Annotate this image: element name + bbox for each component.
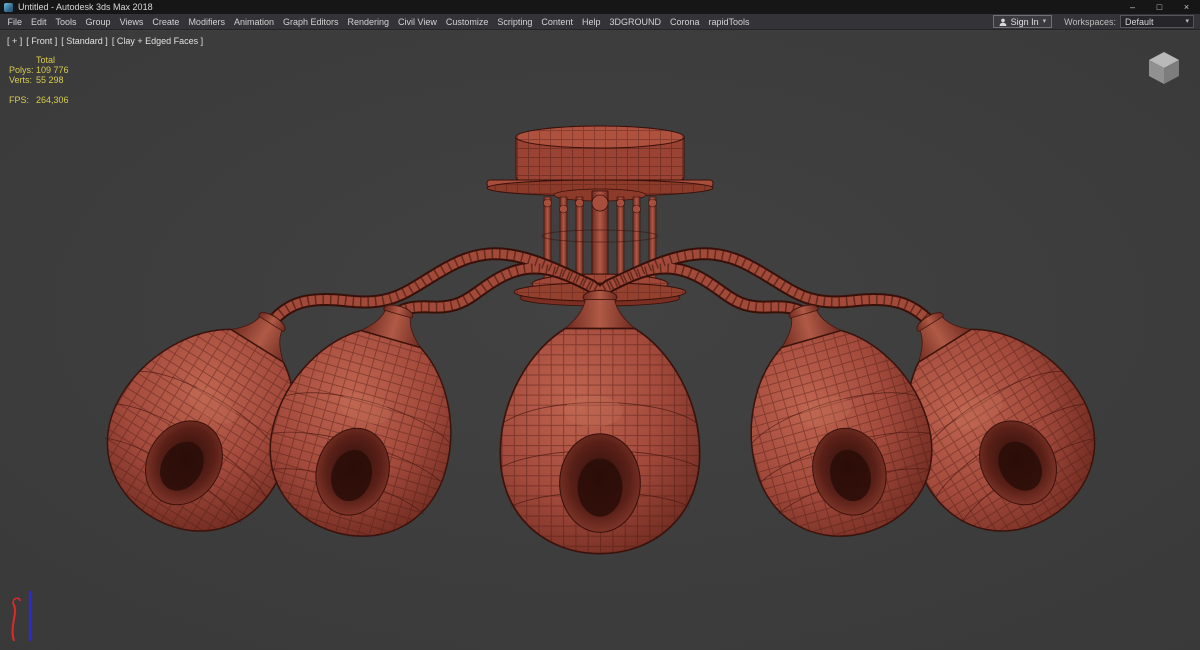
menu-item-content[interactable]: Content <box>537 17 578 27</box>
chandelier-model <box>0 31 1200 650</box>
caret-down-icon: ▾ <box>1042 18 1047 25</box>
window-controls: – □ × <box>1119 0 1200 14</box>
stats-fps-value: 264,306 <box>36 95 69 105</box>
stats-row-verts: Verts: 55 298 <box>9 75 69 85</box>
menu-item-rapidtools[interactable]: rapidTools <box>704 17 754 27</box>
menu-item-views[interactable]: Views <box>115 17 148 27</box>
menu-item-modifiers[interactable]: Modifiers <box>184 17 230 27</box>
menu-item-rendering[interactable]: Rendering <box>343 17 394 27</box>
close-button[interactable]: × <box>1173 0 1200 14</box>
menu-item-customize[interactable]: Customize <box>441 17 493 27</box>
viewport-menu-general[interactable]: [ + ] <box>7 36 22 46</box>
sign-in-button[interactable]: Sign In ▾ <box>992 15 1053 28</box>
menu-item-create[interactable]: Create <box>148 17 184 27</box>
caret-down-icon: ▾ <box>1185 18 1189 25</box>
stats-polys-label: Polys: <box>9 65 34 75</box>
user-icon <box>999 18 1006 26</box>
menu-item-scripting[interactable]: Scripting <box>493 17 537 27</box>
titlebar[interactable]: Untitled - Autodesk 3ds Max 2018 – □ × <box>0 0 1200 14</box>
workspace-value: Default <box>1125 16 1154 27</box>
stats-total-label: Total <box>36 55 56 65</box>
stats-row-polys: Polys: 109 776 <box>9 65 69 75</box>
stats-polys-value: 109 776 <box>36 65 69 75</box>
menu-item-help[interactable]: Help <box>577 17 605 27</box>
menu-item-group[interactable]: Group <box>81 17 115 27</box>
sign-in-label: Sign In <box>1010 16 1039 27</box>
menu-item-tools[interactable]: Tools <box>51 17 81 27</box>
menu-item-file[interactable]: File <box>3 17 27 27</box>
workspaces-label: Workspaces: <box>1064 16 1116 27</box>
menu-item-corona[interactable]: Corona <box>665 17 704 27</box>
3dsmax-logo-icon <box>4 2 13 12</box>
menu-item-graph-editors[interactable]: Graph Editors <box>278 17 343 27</box>
menu-item-3dground[interactable]: 3DGROUND <box>605 17 666 27</box>
viewport-label: [ + ] [ Front ] [ Standard ] [ Clay + Ed… <box>7 36 203 46</box>
menubar: File Edit Tools Group Views Create Modif… <box>0 14 1200 30</box>
viewport-menu-view[interactable]: [ Front ] <box>26 36 57 46</box>
stats-row-total: Total <box>9 55 69 65</box>
minimize-button[interactable]: – <box>1119 0 1146 14</box>
3dsmax-window: Untitled - Autodesk 3ds Max 2018 – □ × F… <box>0 0 1200 650</box>
menu-item-animation[interactable]: Animation <box>229 17 278 27</box>
viewport-menu-shading-mode[interactable]: [ Clay + Edged Faces ] <box>112 36 203 46</box>
maximize-button[interactable]: □ <box>1146 0 1173 14</box>
window-title: Untitled - Autodesk 3ds Max 2018 <box>18 2 153 12</box>
stats-fps-label: FPS: <box>9 95 30 105</box>
viewport-menu-shading[interactable]: [ Standard ] <box>61 36 108 46</box>
viewport-front[interactable]: [ + ] [ Front ] [ Standard ] [ Clay + Ed… <box>0 31 1200 650</box>
menu-item-civil-view[interactable]: Civil View <box>394 17 442 27</box>
stats-verts-label: Verts: <box>9 75 33 85</box>
statistics-overlay: Total Polys: 109 776 Verts: 55 298 FPS: … <box>9 55 69 105</box>
stats-row-fps: FPS: 264,306 <box>9 95 69 105</box>
stats-verts-value: 55 298 <box>36 75 64 85</box>
workspace-select[interactable]: Default ▾ <box>1120 15 1194 28</box>
stats-spacer <box>9 55 36 65</box>
menu-item-edit[interactable]: Edit <box>27 17 52 27</box>
ceiling-mount <box>486 125 714 202</box>
